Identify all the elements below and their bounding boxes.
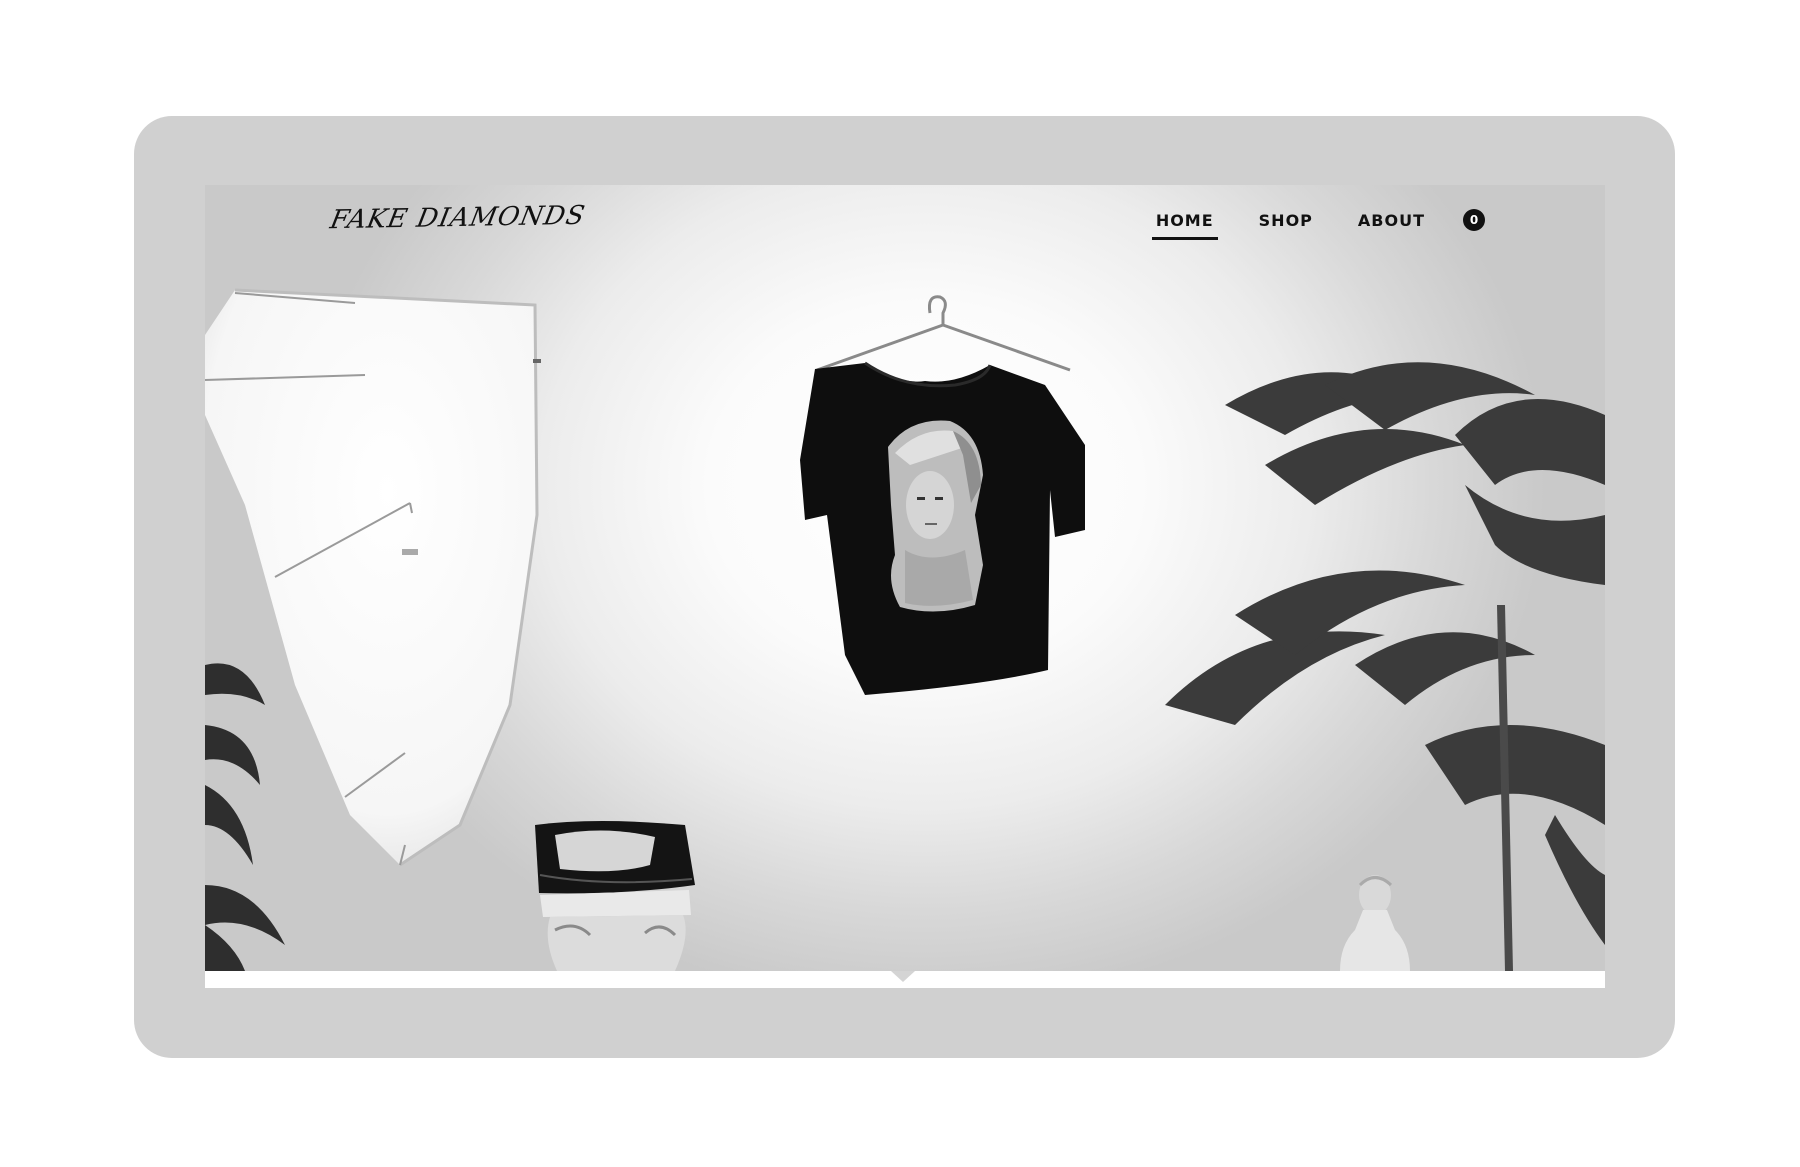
brand-logo[interactable]: FAKE DIAMONDS	[328, 201, 588, 235]
nav-home[interactable]: HOME	[1151, 211, 1218, 240]
website-screen: FAKE DIAMONDS HOME SHOP ABOUT 0	[205, 185, 1605, 988]
scroll-down-indicator	[891, 971, 915, 982]
hanger	[816, 295, 1071, 372]
cart-count-icon[interactable]: 0	[1463, 209, 1485, 231]
main-navigation: HOME SHOP ABOUT 0	[1115, 209, 1485, 241]
left-plant	[205, 663, 285, 971]
hero-photo-illustration	[205, 288, 1605, 971]
folded-shirts-on-pedestal	[535, 821, 695, 971]
hero-image	[205, 185, 1605, 971]
nav-about[interactable]: ABOUT	[1354, 211, 1429, 240]
bust-statue	[1340, 875, 1410, 971]
nav-shop[interactable]: SHOP	[1255, 211, 1317, 240]
t-shirt	[800, 361, 1085, 695]
